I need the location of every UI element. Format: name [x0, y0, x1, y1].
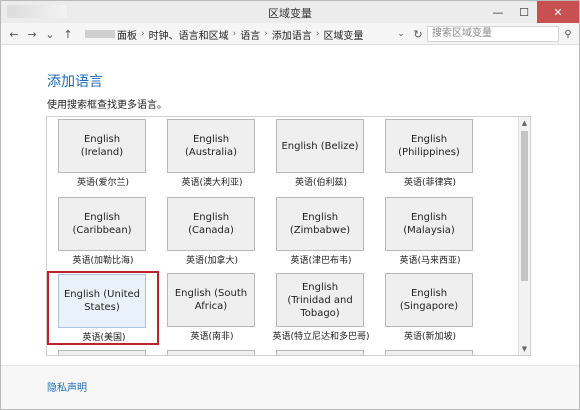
language-tile-label: English (Singapore): [385, 273, 473, 327]
language-grid: English (Ireland) 英语(爱尔兰) English (Austral…: [46, 116, 531, 356]
language-tile-label: English (Ireland): [58, 119, 146, 173]
language-tile-label: English (Zimbabwe): [276, 197, 364, 251]
window-controls: — ☐ ✕: [485, 1, 579, 23]
vertical-scrollbar[interactable]: ▲ ▼: [518, 117, 530, 355]
privacy-statement-link[interactable]: 隐私声明: [47, 379, 87, 394]
breadcrumb-item-panel[interactable]: 面板: [117, 27, 137, 42]
breadcrumb-item-clock-language-region[interactable]: 时钟、语言和区域: [149, 27, 229, 42]
language-tile-label: English (Belize): [276, 119, 364, 173]
partial-tile: [385, 350, 473, 355]
language-tile-caption: 英语(津巴布韦): [290, 256, 352, 266]
language-tile[interactable]: English (Australia) 英语(澳大利亚): [157, 119, 267, 191]
language-tile[interactable]: English (United States) 英语(美国): [47, 271, 159, 345]
blurred-crumb: [85, 30, 115, 38]
language-tile-caption: 英语(南非): [190, 332, 234, 342]
minimize-button[interactable]: —: [485, 1, 511, 23]
breadcrumb: 面板 › 时钟、语言和区域 › 语言 › 添加语言 › 区域变量: [85, 26, 415, 42]
breadcrumb-separator-icon: ›: [141, 29, 145, 39]
language-tile[interactable]: English (Trinidad and Tobago) 英语(特立尼达和多巴哥…: [266, 273, 376, 345]
language-tile-caption: 英语(菲律宾): [403, 178, 457, 188]
page-title: 添加语言: [47, 74, 103, 90]
language-tile-label: English (Trinidad and Tobago): [276, 273, 364, 327]
back-arrow-icon[interactable]: ←: [5, 25, 23, 43]
language-tile-label: English (South Africa): [167, 273, 255, 327]
partial-tile: [58, 350, 146, 355]
language-tile-label: English (Malaysia): [385, 197, 473, 251]
language-tile-caption: 英语(美国): [82, 333, 126, 343]
language-tile-caption: 英语(加拿大): [185, 256, 239, 266]
page-subtitle: 使用搜索框查找更多语言。: [47, 100, 167, 111]
language-tile-caption: 英语(加勒比海): [72, 256, 134, 266]
breadcrumb-separator-icon: ›: [315, 29, 320, 39]
forward-arrow-icon[interactable]: →: [23, 25, 41, 43]
refresh-icon[interactable]: ↻: [410, 26, 426, 42]
up-arrow-icon[interactable]: ↑: [59, 25, 77, 43]
language-tile-caption: 英语(澳大利亚): [181, 178, 243, 188]
breadcrumb-separator-icon: ›: [232, 29, 237, 39]
breadcrumb-separator-icon: ›: [264, 29, 268, 39]
language-tile-label: English (Philippines): [385, 119, 473, 173]
close-button[interactable]: ✕: [537, 1, 579, 23]
language-tile[interactable]: English (Malaysia) 英语(马来西亚): [375, 197, 485, 269]
title-bar: 区域变量 — ☐ ✕: [1, 1, 579, 23]
address-bar: ← → ⌄ ↑ 面板 › 时钟、语言和区域 › 语言 › 添加语言 › 区域变量…: [1, 23, 579, 45]
address-dropdown-icon[interactable]: ⌄: [393, 26, 409, 42]
footer: 隐私声明: [1, 365, 579, 409]
breadcrumb-item-add-language[interactable]: 添加语言: [272, 27, 312, 42]
scrollbar-thumb[interactable]: [521, 131, 528, 281]
language-tile-label: English (Australia): [167, 119, 255, 173]
scroll-up-icon[interactable]: ▲: [519, 117, 530, 129]
language-tile-caption: 英语(特立尼达和多巴哥): [272, 332, 370, 342]
search-input[interactable]: 搜索区域变量: [427, 26, 559, 42]
language-tile-caption: 英语(伯利兹): [294, 178, 348, 188]
language-tile[interactable]: English (Caribbean) 英语(加勒比海): [48, 197, 158, 269]
window: 区域变量 — ☐ ✕ ← → ⌄ ↑ 面板 › 时钟、语言和区域 › 语言 › …: [0, 0, 580, 410]
partial-tile: [276, 350, 364, 355]
search-icon[interactable]: ⚲: [561, 26, 575, 42]
maximize-button[interactable]: ☐: [511, 1, 537, 23]
language-tile-caption: 英语(新加坡): [403, 332, 457, 342]
breadcrumb-item-language[interactable]: 语言: [240, 27, 260, 42]
language-tile[interactable]: English (Ireland) 英语(爱尔兰): [48, 119, 158, 191]
scroll-down-icon[interactable]: ▼: [519, 343, 530, 355]
language-tile-caption: 英语(爱尔兰): [76, 178, 130, 188]
language-tile-label: English (United States): [58, 274, 146, 328]
breadcrumb-item-regional-variants[interactable]: 区域变量: [323, 27, 363, 42]
language-tile-label: English (Caribbean): [58, 197, 146, 251]
recent-chevron-icon[interactable]: ⌄: [41, 25, 59, 43]
language-tile[interactable]: English (Canada) 英语(加拿大): [157, 197, 267, 269]
language-tile-caption: 英语(马来西亚): [399, 256, 461, 266]
language-tile[interactable]: English (Belize) 英语(伯利兹): [266, 119, 376, 191]
language-tile[interactable]: English (South Africa) 英语(南非): [157, 273, 267, 345]
language-tile[interactable]: English (Philippines) 英语(菲律宾): [375, 119, 485, 191]
language-tile[interactable]: English (Zimbabwe) 英语(津巴布韦): [266, 197, 376, 269]
language-tile[interactable]: English (Singapore) 英语(新加坡): [375, 273, 485, 345]
language-tile-label: English (Canada): [167, 197, 255, 251]
partial-tile: [167, 350, 255, 355]
